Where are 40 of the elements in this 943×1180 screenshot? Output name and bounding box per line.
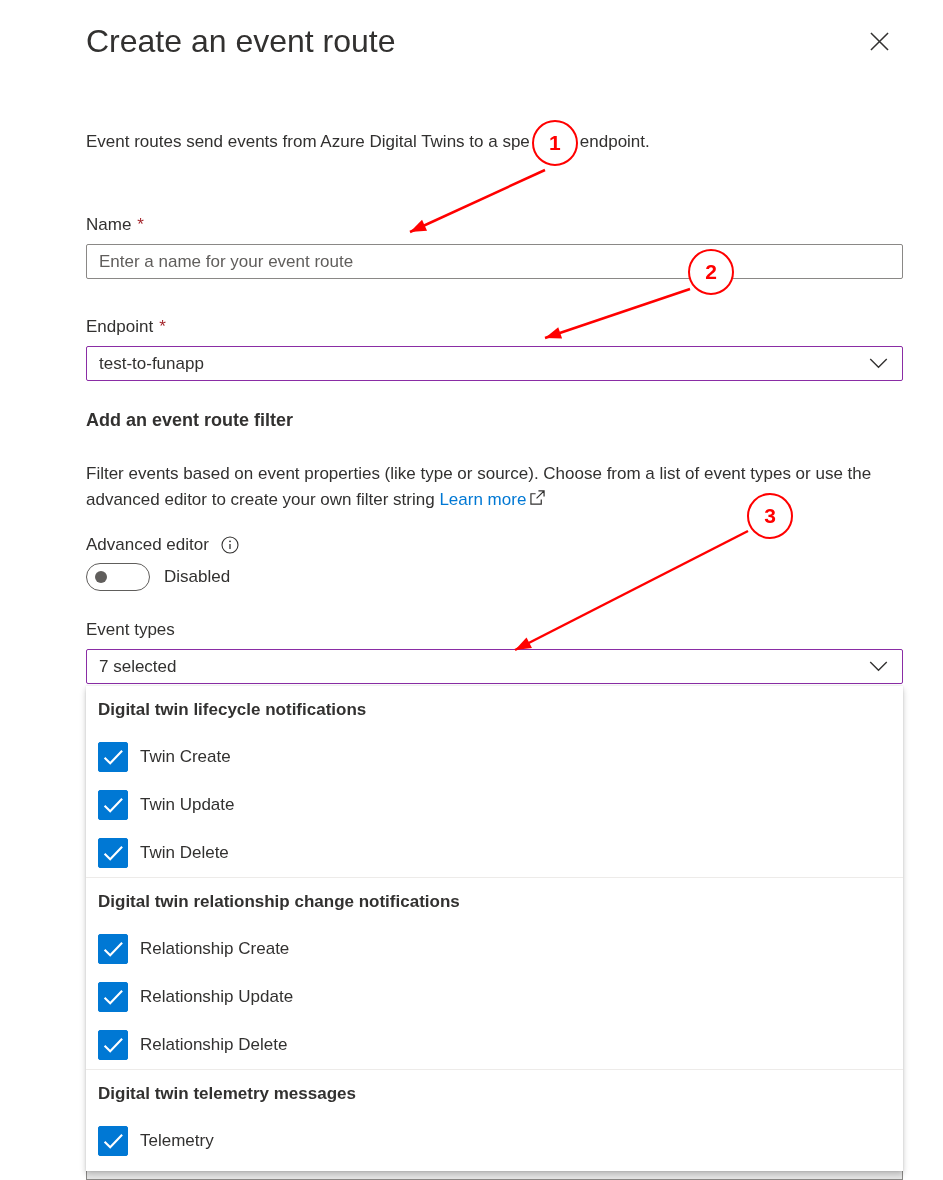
info-icon[interactable] [220,536,239,554]
field-label: Endpoint [86,317,154,337]
checkbox[interactable] [98,1126,128,1156]
event-types-dropdown[interactable]: 7 selected [86,649,903,684]
option-label[interactable]: Relationship Create [140,939,290,959]
checkbox[interactable] [98,982,128,1012]
callout-number: 3 [747,493,793,539]
endpoint-dropdown[interactable]: test-to-funapp [86,346,903,381]
toggle-state: Disabled [164,567,231,587]
option-label[interactable]: Relationship Update [140,987,294,1007]
option-label[interactable]: Telemetry [140,1131,214,1151]
panel-title: Create an event route [86,22,396,60]
toggle-switch[interactable] [86,563,150,591]
chevron-down-icon [869,661,888,672]
external-link-icon [530,490,546,505]
intro-text: endpoint. [579,132,650,153]
chevron-down-icon [869,358,888,369]
group-header: Digital twin lifecycle notifications [97,699,368,721]
required-mark: * [159,317,166,337]
callout-number: 2 [688,249,734,295]
callout-number: 1 [531,120,578,166]
option-label[interactable]: Twin Update [140,795,235,815]
required-mark: * [137,215,144,235]
checkbox[interactable] [98,934,128,964]
checkbox[interactable] [98,790,128,820]
option-label[interactable]: Twin Create [140,747,231,767]
field-label: Event types [86,619,176,641]
learn-more-link[interactable]: Learn more [439,490,546,509]
group-header: Digital twin telemetry messages [97,1083,357,1105]
group-header: Digital twin relationship change notifications [97,891,461,913]
field-label: Advanced editor [86,535,209,555]
checkbox[interactable] [98,742,128,772]
option-label[interactable]: Relationship Delete [140,1035,288,1055]
checkbox[interactable] [98,1030,128,1060]
field-label: Name [86,215,132,235]
section-heading: Add an event route filter [86,410,295,431]
close-icon[interactable] [870,31,889,51]
option-label[interactable]: Twin Delete [140,843,229,863]
checkbox[interactable] [98,838,128,868]
intro-text: Event routes send events from Azure Digital Twins to a spe [86,132,530,153]
